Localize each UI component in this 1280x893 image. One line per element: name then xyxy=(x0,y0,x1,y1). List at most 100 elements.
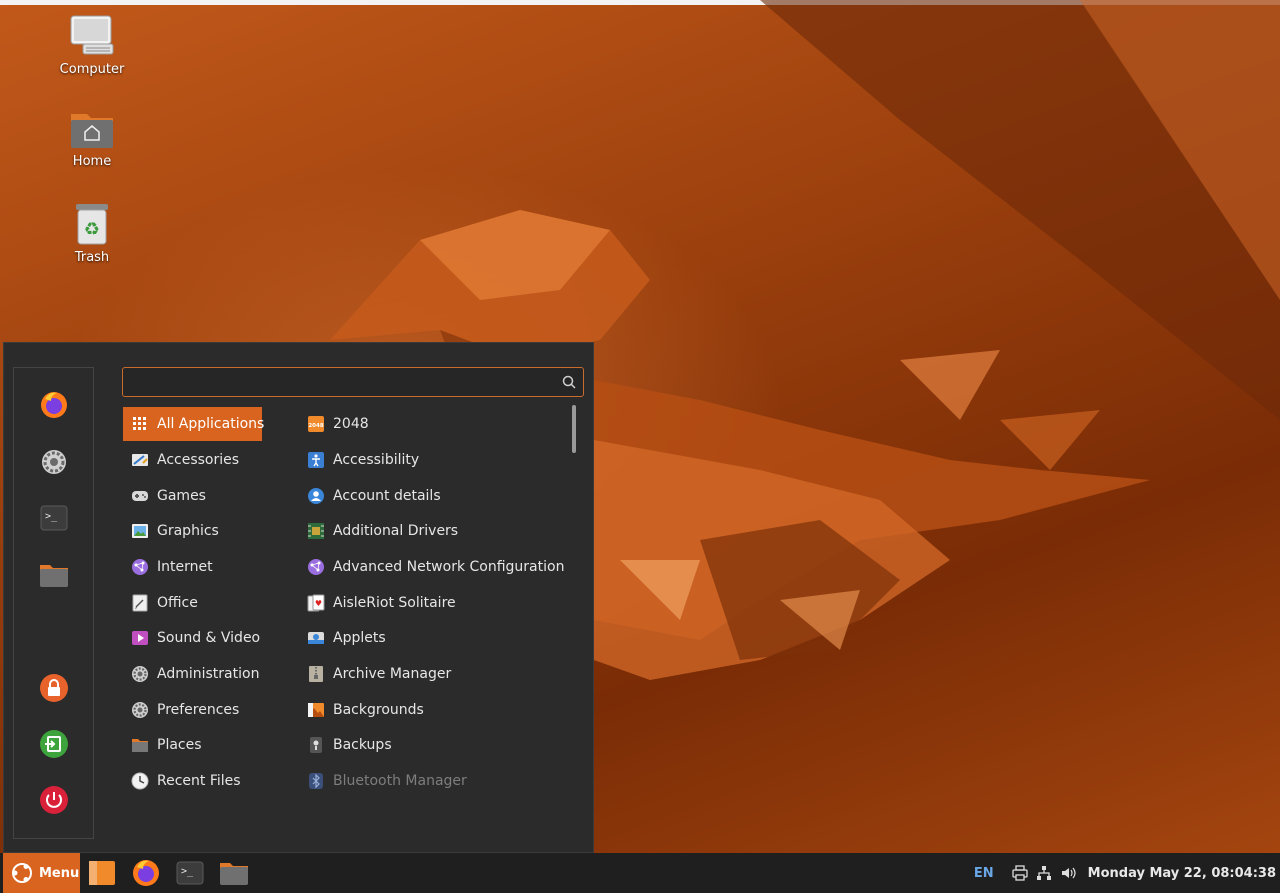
category-administration[interactable]: Administration xyxy=(123,657,262,691)
favorite-files[interactable] xyxy=(36,557,72,593)
favorite-firefox[interactable] xyxy=(36,387,72,423)
category-games[interactable]: Games xyxy=(123,479,262,513)
app-account-details[interactable]: Account details xyxy=(307,479,569,513)
app-label: Bluetooth Manager xyxy=(333,773,467,789)
category-internet[interactable]: Internet xyxy=(123,550,262,584)
grid-icon xyxy=(131,415,149,433)
settings-icon xyxy=(42,450,66,474)
search-box[interactable] xyxy=(122,367,584,397)
app-label: Account details xyxy=(333,488,441,504)
backgrounds-icon xyxy=(307,701,325,719)
logout-button[interactable] xyxy=(36,726,72,762)
app-applets[interactable]: Applets xyxy=(307,621,569,655)
desktop[interactable]: Computer Home ♻ Trash >_ All Application… xyxy=(0,0,1280,853)
chip-icon xyxy=(307,522,325,540)
category-label: Recent Files xyxy=(157,773,241,789)
category-all-applications[interactable]: All Applications xyxy=(123,407,265,441)
category-recent-files[interactable]: Recent Files xyxy=(123,764,262,798)
gamepad-icon xyxy=(131,487,149,505)
terminal-icon: >_ xyxy=(176,861,204,885)
clock[interactable]: Monday May 22, 08:04:38 xyxy=(1088,866,1276,881)
desktop-icon-label: Computer xyxy=(59,62,125,77)
launcher-show-desktop[interactable] xyxy=(86,857,118,889)
terminal-icon: >_ xyxy=(40,505,68,531)
category-label: All Applications xyxy=(157,416,265,432)
applets-icon xyxy=(307,629,325,647)
network-tray-button[interactable] xyxy=(1036,865,1052,881)
app-label: Applets xyxy=(333,630,386,646)
desktop-icon-trash[interactable]: ♻ Trash xyxy=(42,202,142,265)
archive-icon xyxy=(307,665,325,683)
launcher-terminal[interactable]: >_ xyxy=(174,857,206,889)
desktop-icon-home[interactable]: Home xyxy=(42,108,142,169)
admin-gear-icon xyxy=(131,665,149,683)
desktop-icon-label: Trash xyxy=(74,250,110,265)
account-icon xyxy=(307,487,325,505)
app-advanced-network-configuration[interactable]: Advanced Network Configuration xyxy=(307,550,569,584)
app-label: Backups xyxy=(333,737,392,753)
app-additional-drivers[interactable]: Additional Drivers xyxy=(307,514,569,548)
app-accessibility[interactable]: Accessibility xyxy=(307,443,569,477)
computer-icon xyxy=(70,15,114,55)
logout-icon xyxy=(40,730,68,758)
favorite-terminal[interactable]: >_ xyxy=(36,500,72,536)
volume-tray-button[interactable] xyxy=(1060,865,1076,881)
category-preferences[interactable]: Preferences xyxy=(123,693,262,727)
lock-screen-button[interactable] xyxy=(36,670,72,706)
app-backups[interactable]: Backups xyxy=(307,728,569,762)
shutdown-button[interactable] xyxy=(36,782,72,818)
category-label: Accessories xyxy=(157,452,240,468)
app-aisleriot-solitaire[interactable]: ♥ AisleRiot Solitaire xyxy=(307,586,569,620)
category-label: Preferences xyxy=(157,702,240,718)
favorites-bar: >_ xyxy=(13,367,94,839)
lock-screen-icon xyxy=(40,674,68,702)
app-2048[interactable]: 2048 2048 xyxy=(307,407,569,441)
app-archive-manager[interactable]: Archive Manager xyxy=(307,657,569,691)
category-sound-video[interactable]: Sound & Video xyxy=(123,621,262,655)
network-config-icon xyxy=(307,558,325,576)
application-menu: >_ All Applications Accessories Games Gr… xyxy=(3,342,594,853)
menu-button[interactable]: Menu xyxy=(3,853,80,893)
category-label: Administration xyxy=(157,666,260,682)
svg-text:2048: 2048 xyxy=(308,423,323,429)
app-label: Accessibility xyxy=(333,452,420,468)
system-tray: EN Monday May 22, 08:04:38 xyxy=(974,853,1280,893)
printer-tray-button[interactable] xyxy=(1012,865,1028,881)
category-office[interactable]: Office xyxy=(123,586,262,620)
accessibility-icon xyxy=(307,451,325,469)
svg-text:>_: >_ xyxy=(181,866,194,877)
bluetooth-icon xyxy=(307,772,325,790)
desktop-icon-computer[interactable]: Computer xyxy=(42,14,142,77)
accessories-icon xyxy=(131,451,149,469)
apps-scrollbar[interactable] xyxy=(572,405,576,453)
desktop-icon-label: Home xyxy=(72,154,112,169)
app-label: Archive Manager xyxy=(333,666,452,682)
favorite-settings[interactable] xyxy=(36,444,72,480)
category-label: Graphics xyxy=(157,523,219,539)
app-label: Advanced Network Configuration xyxy=(333,559,565,575)
category-places[interactable]: Places xyxy=(123,728,262,762)
search-input[interactable] xyxy=(129,372,553,394)
search-icon xyxy=(562,375,576,389)
show-desktop-icon xyxy=(89,861,115,885)
firefox-icon xyxy=(41,392,67,418)
category-label: Places xyxy=(157,737,202,753)
firefox-icon xyxy=(133,860,159,886)
launcher-firefox[interactable] xyxy=(130,857,162,889)
office-icon xyxy=(131,594,149,612)
game-2048-icon: 2048 xyxy=(307,415,325,433)
folder-icon xyxy=(40,565,68,587)
app-bluetooth-manager[interactable]: Bluetooth Manager xyxy=(307,764,569,798)
keyboard-layout-indicator[interactable]: EN xyxy=(974,866,994,881)
places-folder-icon xyxy=(131,736,149,754)
category-label: Sound & Video xyxy=(157,630,261,646)
cards-icon: ♥ xyxy=(307,594,325,612)
app-backgrounds[interactable]: Backgrounds xyxy=(307,693,569,727)
power-icon xyxy=(40,786,68,814)
launcher-files[interactable] xyxy=(218,857,250,889)
svg-text:>_: >_ xyxy=(45,511,58,522)
files-icon xyxy=(220,863,248,885)
category-accessories[interactable]: Accessories xyxy=(123,443,262,477)
category-graphics[interactable]: Graphics xyxy=(123,514,262,548)
bottom-panel: Menu >_ EN Monday May 22, 08:04:38 xyxy=(0,853,1280,893)
